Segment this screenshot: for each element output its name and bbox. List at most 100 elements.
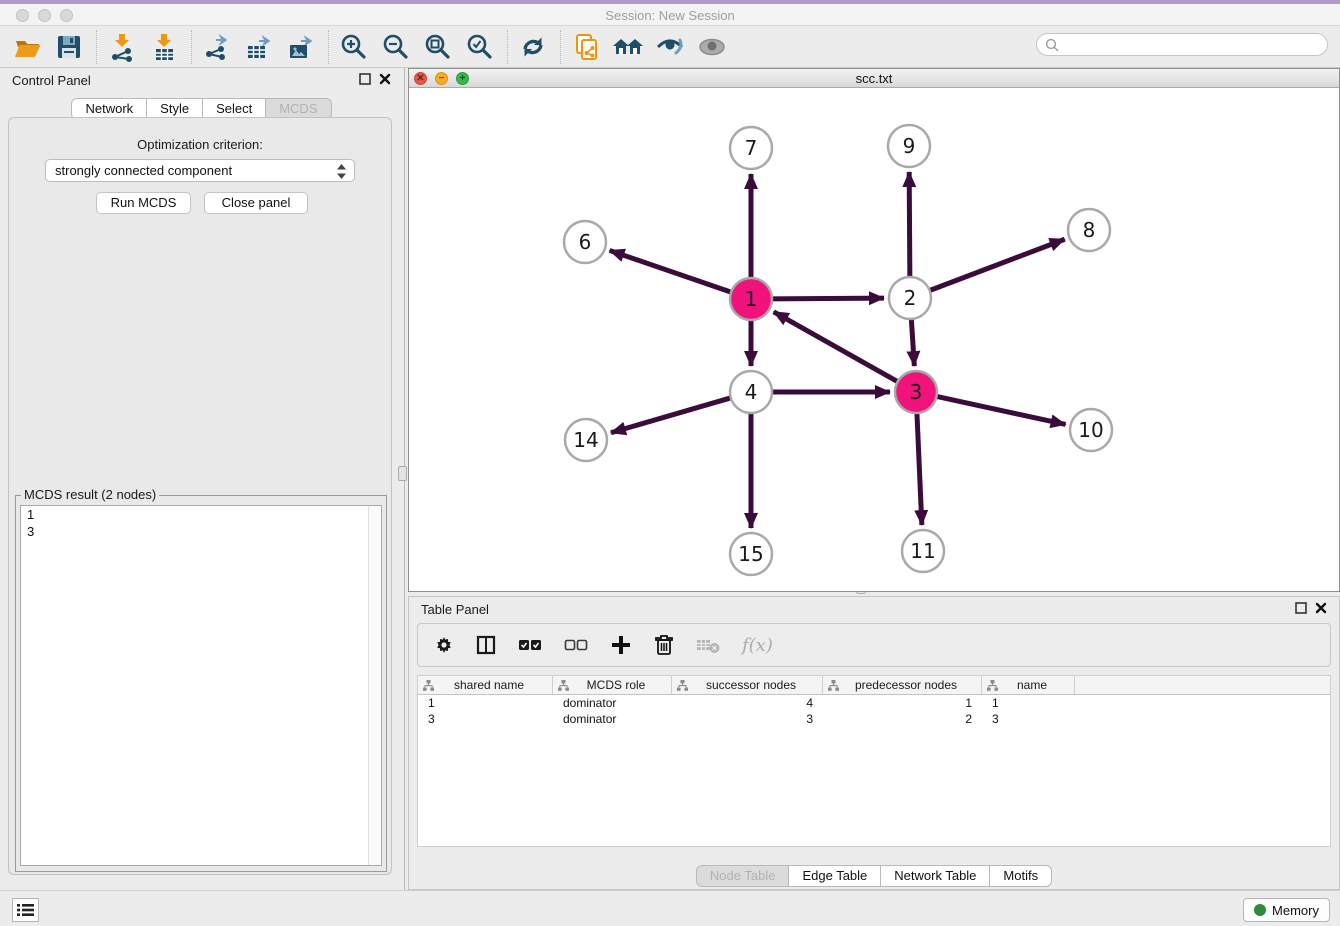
edge-1-6[interactable]	[610, 250, 732, 292]
export-network-icon[interactable]	[200, 31, 234, 63]
network-title: scc.txt	[409, 71, 1339, 86]
column-header-MCDS-role[interactable]: MCDS role	[553, 676, 672, 694]
toolbar-separator	[507, 30, 508, 64]
graph-node-2[interactable]: 2	[889, 277, 931, 319]
close-panel-icon[interactable]	[379, 73, 391, 85]
graph-node-7[interactable]: 7	[730, 127, 772, 169]
tab-network-table[interactable]: Network Table	[881, 865, 990, 887]
float-panel-icon[interactable]	[359, 73, 371, 85]
toolbar-separator	[328, 30, 329, 64]
zoom-selected-icon[interactable]	[463, 31, 497, 63]
control-panel-title: Control Panel	[12, 73, 91, 88]
node-label: 11	[910, 539, 935, 563]
zoom-out-icon[interactable]	[379, 31, 413, 63]
node-label: 10	[1078, 418, 1103, 442]
mcds-result-group: MCDS result (2 nodes) 13	[15, 495, 387, 872]
edge-4-14[interactable]	[611, 398, 732, 433]
graph-node-8[interactable]: 8	[1068, 209, 1110, 251]
select-all-icon[interactable]	[518, 635, 542, 655]
graph-node-11[interactable]: 11	[902, 530, 944, 572]
function-builder-icon[interactable]: f(x)	[742, 635, 773, 656]
select-chevrons-icon	[336, 163, 347, 180]
edge-3-1[interactable]	[774, 312, 899, 382]
task-history-button[interactable]	[12, 898, 39, 922]
tab-motifs[interactable]: Motifs	[990, 865, 1052, 887]
table-tabs: Node TableEdge TableNetwork TableMotifs	[409, 865, 1339, 887]
column-header-shared-name[interactable]: shared name	[418, 676, 553, 694]
edge-2-8[interactable]	[929, 239, 1065, 291]
memory-label: Memory	[1272, 903, 1319, 918]
network-canvas[interactable]: 1 2 3 4 6 7 8 9 10 11 14 15	[409, 88, 1339, 591]
import-network-icon[interactable]	[105, 31, 139, 63]
tab-node-table[interactable]: Node Table	[696, 865, 790, 887]
duplicate-network-icon[interactable]	[569, 31, 603, 63]
search-input[interactable]	[1059, 35, 1327, 54]
criterion-value: strongly connected component	[55, 163, 232, 178]
export-image-icon[interactable]	[284, 31, 318, 63]
node-label: 3	[910, 380, 923, 404]
table-cell: 3	[982, 711, 1075, 727]
network-view-window: ✕ − + scc.txt 1 2 3 4 6 7 8 9 10 11 14 15	[408, 68, 1340, 592]
main-titlebar: Session: New Session	[0, 4, 1340, 26]
edge-1-2[interactable]	[771, 298, 884, 299]
result-scrollbar[interactable]	[368, 506, 381, 865]
first-neighbors-icon[interactable]	[611, 31, 645, 63]
table-row[interactable]: 3dominator323	[418, 711, 1330, 727]
export-table-icon[interactable]	[242, 31, 276, 63]
float-table-panel-icon[interactable]	[1295, 602, 1307, 614]
hide-selected-icon[interactable]	[653, 31, 687, 63]
close-table-panel-icon[interactable]	[1315, 602, 1327, 614]
column-label: predecessor nodes	[839, 678, 981, 692]
edge-3-11[interactable]	[917, 412, 922, 525]
close-panel-button[interactable]: Close panel	[204, 192, 308, 214]
show-all-icon[interactable]	[695, 31, 729, 63]
node-label: 4	[745, 380, 758, 404]
node-label: 14	[573, 428, 598, 452]
node-label: 6	[579, 230, 592, 254]
graph-node-9[interactable]: 9	[888, 125, 930, 167]
delete-column-icon[interactable]	[654, 634, 674, 656]
column-header-name[interactable]: name	[982, 676, 1075, 694]
table-cell: 4	[672, 695, 823, 711]
table-settings-icon[interactable]	[434, 635, 454, 655]
graph-node-4[interactable]: 4	[730, 371, 772, 413]
graph-node-6[interactable]: 6	[564, 221, 606, 263]
column-label: MCDS role	[569, 678, 671, 692]
column-header-predecessor-nodes[interactable]: predecessor nodes	[823, 676, 982, 694]
graph-node-15[interactable]: 15	[730, 533, 772, 575]
network-window-titlebar[interactable]: ✕ − + scc.txt	[409, 69, 1339, 88]
deselect-all-icon[interactable]	[564, 635, 588, 655]
save-session-icon[interactable]	[52, 31, 86, 63]
table-header-row: shared name MCDS rolesuccessor nodes prede…	[418, 676, 1330, 695]
criterion-select[interactable]: strongly connected component	[45, 159, 355, 182]
table-cell: 1	[823, 695, 982, 711]
column-header-successor-nodes[interactable]: successor nodes	[672, 676, 823, 694]
toolbar-separator	[560, 30, 561, 64]
mcds-result-list[interactable]: 13	[20, 505, 382, 866]
add-column-icon[interactable]	[610, 634, 632, 656]
split-columns-icon[interactable]	[476, 635, 496, 655]
graph-node-14[interactable]: 14	[565, 419, 607, 461]
refresh-icon[interactable]	[516, 31, 550, 63]
graph-node-3[interactable]: 3	[895, 371, 937, 413]
open-session-icon[interactable]	[10, 31, 44, 63]
memory-button[interactable]: Memory	[1243, 898, 1330, 922]
node-label: 2	[904, 286, 917, 310]
node-table: shared name MCDS rolesuccessor nodes prede…	[417, 675, 1331, 847]
import-table-icon[interactable]	[147, 31, 181, 63]
edge-2-9[interactable]	[909, 172, 910, 278]
vertical-splitter-handle[interactable]	[398, 466, 407, 481]
search-field[interactable]	[1036, 33, 1328, 56]
tab-edge-table[interactable]: Edge Table	[789, 865, 881, 887]
zoom-in-icon[interactable]	[337, 31, 371, 63]
edge-3-10[interactable]	[936, 396, 1066, 424]
zoom-fit-icon[interactable]	[421, 31, 455, 63]
column-type-icon	[987, 680, 998, 691]
edge-2-3[interactable]	[911, 318, 914, 366]
table-cell: 3	[672, 711, 823, 727]
table-row[interactable]: 1dominator411	[418, 695, 1330, 711]
delete-table-icon[interactable]	[696, 636, 720, 654]
run-mcds-button[interactable]: Run MCDS	[96, 192, 191, 214]
graph-node-1[interactable]: 1	[730, 278, 772, 320]
graph-node-10[interactable]: 10	[1070, 409, 1112, 451]
